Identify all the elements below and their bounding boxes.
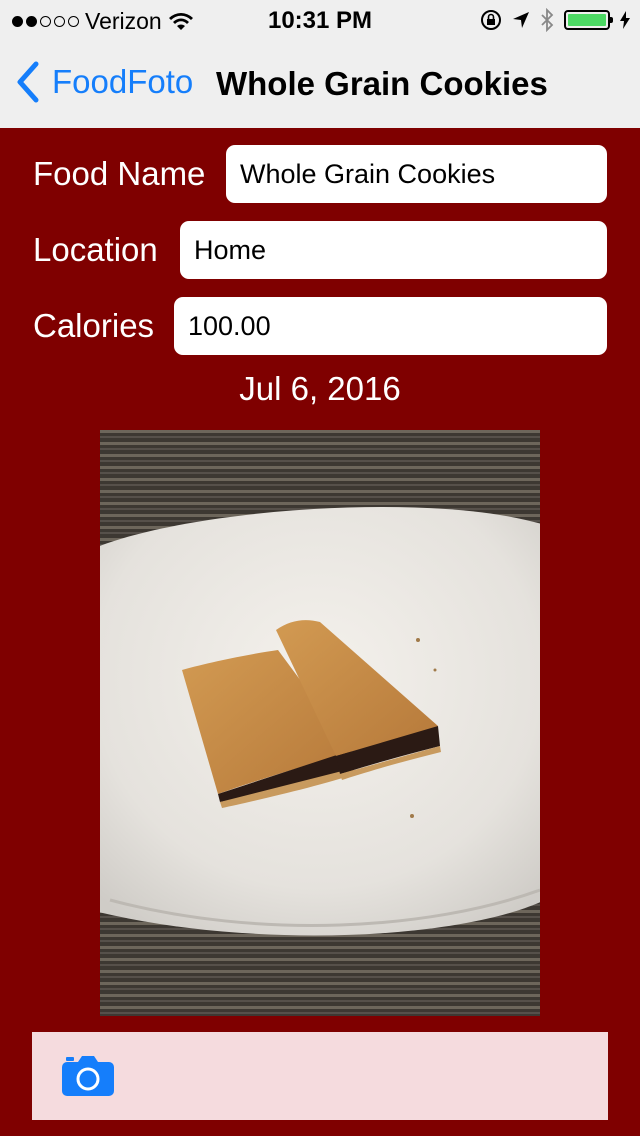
food-photo[interactable] — [100, 430, 540, 1016]
back-button-label: FoodFoto — [52, 63, 194, 100]
location-field[interactable] — [180, 221, 607, 279]
navigation-bar: FoodFoto Whole Grain Cookies — [0, 40, 640, 128]
page-title: Whole Grain Cookies — [216, 65, 548, 102]
chevron-left-icon — [17, 61, 39, 103]
rotation-lock-icon — [481, 10, 501, 30]
location-label: Location — [33, 231, 158, 268]
location-icon — [513, 12, 529, 28]
bottom-toolbar — [32, 1032, 608, 1120]
food-name-field[interactable] — [226, 145, 607, 203]
back-button[interactable]: FoodFoto — [14, 60, 193, 104]
food-name-label: Food Name — [33, 155, 206, 192]
charging-icon — [620, 11, 630, 29]
status-bar: Verizon 10:31 PM — [0, 0, 640, 40]
date-label: Jul 6, 2016 — [239, 370, 401, 407]
calories-field[interactable] — [174, 297, 607, 355]
calories-label: Calories — [33, 307, 155, 344]
status-icons — [480, 8, 630, 32]
bluetooth-icon — [541, 8, 554, 32]
camera-icon[interactable] — [62, 1054, 114, 1096]
battery-icon — [564, 10, 613, 30]
